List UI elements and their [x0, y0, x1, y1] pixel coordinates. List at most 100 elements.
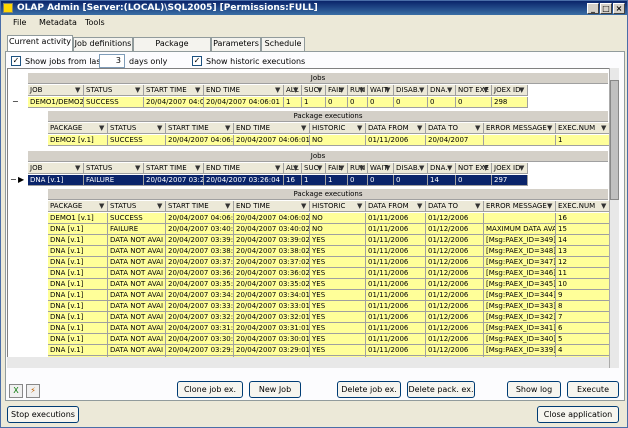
cell-8: 8 — [556, 301, 610, 312]
cell-7: [Msg:PAEX_ID=343][Ms — [484, 301, 556, 312]
tab-parameters[interactable]: Parameters — [211, 37, 261, 51]
cell-6: 01/12/2006 — [426, 213, 484, 224]
stop-executions-button[interactable]: Stop executions — [7, 406, 79, 423]
cell-2: 20/04/2007 03:31:01 — [166, 323, 234, 334]
days-input[interactable]: 3 — [99, 54, 125, 68]
cell-4: YES — [310, 268, 366, 279]
cell-5: 01/11/2006 — [366, 257, 426, 268]
cell-0: DNA [v.1] — [48, 279, 108, 290]
cell-4: YES — [310, 345, 366, 356]
close-application-button[interactable]: Close application — [537, 406, 619, 423]
cell-7: [Msg:PAEX_ID=344][Ms — [484, 290, 556, 301]
maximize-button[interactable]: □ — [600, 3, 612, 14]
cell-2: 20/04/2007 03:26:03 — [144, 175, 204, 186]
cell-1: DATA NOT AVAI — [108, 279, 166, 290]
menu-tools[interactable]: Tools — [85, 18, 105, 27]
tab-current-activity[interactable]: Current activity — [7, 35, 73, 51]
cell-0: DNA [v.1] — [48, 334, 108, 345]
cell-3: 20/04/2007 03:30:01 — [234, 334, 310, 345]
column-header-2[interactable]: START TIME — [166, 123, 234, 134]
cell-1: DATA NOT AVAI — [108, 268, 166, 279]
cell-1: SUCCESS — [108, 135, 166, 146]
column-header-3[interactable]: END TIME — [204, 163, 284, 174]
column-header-6[interactable]: FAIL — [326, 85, 348, 96]
tab-job-definitions[interactable]: Job definitions — [73, 37, 133, 51]
column-header-8[interactable]: WAIT. — [368, 163, 394, 174]
cell-5: 01/11/2006 — [366, 301, 426, 312]
cell-8: 0 — [368, 175, 394, 186]
minimize-button[interactable]: _ — [587, 3, 599, 14]
cell-3: 20/04/2007 03:33:01 — [234, 301, 310, 312]
cell-3: 20/04/2007 03:38:02 — [234, 246, 310, 257]
vertical-scrollbar[interactable] — [609, 68, 619, 368]
column-header-7[interactable]: RUN — [348, 85, 368, 96]
cell-4: YES — [310, 257, 366, 268]
menu-metadata[interactable]: Metadata — [39, 18, 77, 27]
cell-0: DNA [v.1] — [48, 312, 108, 323]
cell-8: 13 — [556, 246, 610, 257]
cell-1: DATA NOT AVAI — [108, 301, 166, 312]
cell-4: YES — [310, 323, 366, 334]
execute-button[interactable]: Execute — [567, 381, 619, 398]
cell-7: [Msg:PAEX_ID=346][Ms — [484, 268, 556, 279]
column-header-6[interactable]: FAIL — [326, 163, 348, 174]
cell-3: 20/04/2007 04:06:02 — [234, 213, 310, 224]
cell-5: 01/11/2006 — [366, 224, 426, 235]
column-header-3[interactable]: END TIME — [234, 123, 310, 134]
window-title: OLAP Admin [Server:(LOCAL)\SQL2005] [Per… — [17, 3, 318, 13]
column-header-7[interactable]: RUN — [348, 163, 368, 174]
new-job-button[interactable]: New Job — [249, 381, 301, 398]
close-button[interactable]: × — [613, 3, 625, 14]
cell-6: 01/12/2006 — [426, 279, 484, 290]
cell-5: 01/11/2006 — [366, 235, 426, 246]
cell-4: 16 — [284, 175, 302, 186]
cell-6: 20/04/2007 — [426, 135, 484, 146]
excel-export-icon[interactable]: X — [9, 384, 23, 398]
days-only-label: days only — [129, 57, 168, 66]
cell-3: 20/04/2007 03:26:04 — [204, 175, 284, 186]
column-header-3[interactable]: END TIME — [204, 85, 284, 96]
show-historic-label: Show historic executions — [206, 57, 306, 66]
cell-0: DNA [v.1] — [48, 345, 108, 356]
cell-6: 01/12/2006 — [426, 246, 484, 257]
column-header-7[interactable]: ERROR MESSAGE — [484, 201, 556, 212]
column-header-2[interactable]: START TIME — [166, 201, 234, 212]
column-header-5[interactable]: SUC — [302, 85, 326, 96]
show-jobs-label: Show jobs from last — [25, 57, 104, 66]
cell-1: DATA NOT AVAI — [108, 334, 166, 345]
cell-7: [Msg:PAEX_ID=345][Ms — [484, 279, 556, 290]
title-bar: OLAP Admin [Server:(LOCAL)\SQL2005] [Per… — [1, 1, 627, 15]
tab-package-definitions[interactable]: Package definitions — [133, 37, 211, 60]
cell-2: 20/04/2007 04:06:02 — [166, 213, 234, 224]
tab-schedule[interactable]: Schedule — [261, 37, 305, 51]
cell-0: DNA [v.1] — [48, 323, 108, 334]
package-band: Package executions — [48, 189, 608, 200]
flash-icon[interactable]: ⚡ — [26, 384, 40, 398]
show-historic-checkbox[interactable]: ✓ — [192, 56, 202, 66]
column-header-5[interactable]: SUC — [302, 163, 326, 174]
executions-grid[interactable]: JobsJOB▼STATUS▼START TIME▼END TIME▼ALL▼S… — [7, 68, 619, 368]
cell-1: SUCCESS — [108, 213, 166, 224]
cell-0: DNA [v.1] — [48, 257, 108, 268]
delete-pack-button[interactable]: Delete pack. ex. — [407, 381, 475, 398]
column-header-3[interactable]: END TIME — [234, 201, 310, 212]
cell-4: YES — [310, 235, 366, 246]
cell-10: 0 — [428, 97, 456, 108]
clone-job-button[interactable]: Clone job ex. — [177, 381, 243, 398]
menu-file[interactable]: File — [13, 18, 26, 27]
cell-2: 20/04/2007 04:06:01 — [166, 135, 234, 146]
cell-3: 20/04/2007 04:06:01 — [234, 135, 310, 146]
show-log-button[interactable]: Show log — [507, 381, 561, 398]
cell-5: 01/11/2006 — [366, 279, 426, 290]
collapse-icon[interactable]: − — [10, 175, 17, 184]
cell-2: 20/04/2007 03:35:01 — [166, 279, 234, 290]
column-header-7[interactable]: ERROR MESSAGE — [484, 123, 556, 134]
scroll-thumb[interactable] — [610, 80, 619, 200]
cell-6: 1 — [326, 175, 348, 186]
row-selector-arrow-icon[interactable]: ▶ — [18, 175, 24, 184]
column-header-8[interactable]: WAIT. — [368, 85, 394, 96]
show-jobs-checkbox[interactable]: ✓ — [11, 56, 21, 66]
delete-job-button[interactable]: Delete job ex. — [337, 381, 401, 398]
collapse-icon[interactable]: − — [12, 97, 19, 106]
horizontal-scrollbar[interactable] — [7, 357, 609, 368]
